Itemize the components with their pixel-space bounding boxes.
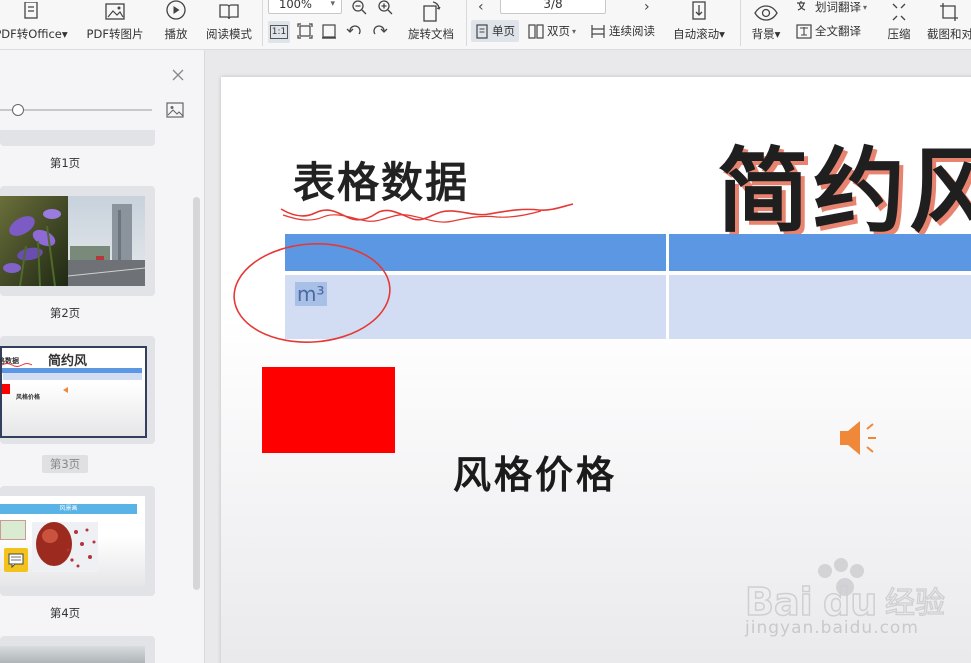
translate-icon	[797, 0, 806, 11]
screenshot-icon	[939, 0, 961, 22]
table-cell[interactable]	[669, 275, 971, 339]
fit-page-icon	[297, 23, 313, 39]
pdf-to-office-button[interactable]: PDF转Office▾	[0, 0, 68, 48]
word-translate-button[interactable]: 划词翻译 ▾	[796, 0, 867, 18]
page-thumbnail-1[interactable]	[0, 130, 155, 146]
continuous-read-button[interactable]: 连续阅读	[590, 20, 655, 42]
full-translate-button[interactable]: 全文翻译	[796, 20, 861, 42]
thumb3-annotation	[2, 363, 32, 367]
page-label-2: 第2页	[49, 306, 81, 320]
double-page-icon	[528, 23, 544, 39]
rotate-right-icon	[373, 25, 388, 35]
fit-width-icon	[322, 24, 336, 39]
slide-title: 表格数据	[293, 158, 470, 207]
dropdown-caret-icon: ▾	[719, 27, 725, 41]
chevron-left-icon: ‹	[478, 0, 484, 15]
dropdown-caret-icon: ▾	[61, 27, 68, 41]
auto-scroll-button[interactable]: 自动滚动▾	[668, 0, 730, 48]
slider-handle[interactable]	[12, 104, 24, 116]
watermark-url: jingyan.baidu.com	[745, 618, 919, 638]
toolbar-divider	[466, 0, 467, 46]
read-mode-button[interactable]: 阅读模式	[202, 0, 256, 48]
continuous-icon	[591, 24, 605, 38]
play-button[interactable]: 播放	[160, 0, 192, 48]
sidebar-scrollbar[interactable]	[193, 197, 200, 590]
zoom-in-button[interactable]	[377, 0, 393, 18]
toolbar-divider	[740, 0, 741, 46]
red-rectangle-shape	[262, 367, 395, 453]
actual-size-button[interactable]: 1:1	[268, 21, 290, 43]
table-cell[interactable]	[285, 275, 666, 339]
play-icon	[165, 0, 187, 22]
screenshot-compare-button[interactable]: 截图和对	[922, 0, 971, 48]
page-thumbnail-2[interactable]	[0, 186, 155, 296]
baidu-watermark-logo: Bai du 经验	[745, 558, 946, 625]
rotate-left-button[interactable]	[346, 20, 364, 42]
toolbar: PDF转Office▾ PDF转图片 播放 阅读模式 100% ▾ 1:1 旋转…	[0, 0, 971, 50]
auto-scroll-icon	[688, 0, 710, 22]
compress-icon	[889, 0, 909, 22]
fit-page-button[interactable]	[297, 20, 313, 42]
dropdown-caret-icon: ▾	[863, 2, 868, 12]
page-thumbnail-5[interactable]	[0, 636, 155, 663]
double-page-button[interactable]: 双页 ▾	[528, 20, 576, 42]
page-thumbnail-4[interactable]: 风景画	[0, 486, 155, 596]
thumb3-red-block	[2, 384, 10, 394]
rotate-doc-button[interactable]: 旋转文档	[402, 0, 460, 48]
zoom-out-icon	[352, 0, 367, 15]
thumb3-table-row	[2, 373, 142, 380]
pdf-to-office-icon	[20, 0, 42, 22]
page-number-input[interactable]: 3/8	[500, 0, 606, 14]
page-label-1: 第1页	[49, 156, 81, 170]
rotate-right-button[interactable]	[370, 20, 388, 42]
slide-subtitle: 风格价格	[453, 453, 618, 497]
page-label-3: 第3页	[42, 455, 88, 473]
thumb4-banner: 风景画	[0, 504, 137, 514]
table-header-cell	[285, 234, 666, 271]
zoom-out-button[interactable]	[351, 0, 367, 18]
svg-text:经验: 经验	[885, 586, 945, 621]
comment-icon	[4, 548, 28, 572]
zoom-in-icon	[378, 0, 393, 15]
table-header-cell	[669, 234, 971, 271]
page-label-4: 第4页	[49, 606, 81, 620]
thumb3-subtitle: 风格价格	[16, 394, 41, 401]
dropdown-caret-icon: ▾	[572, 26, 577, 36]
single-page-button[interactable]: 单页	[471, 20, 519, 42]
thumbnail-image-toggle[interactable]	[166, 102, 184, 118]
flowers-photo	[0, 196, 146, 287]
close-icon	[172, 69, 184, 81]
chevron-down-icon: ▾	[330, 0, 335, 9]
page-thumbnail-3[interactable]: 格数据 简约风 风格价格	[0, 336, 155, 444]
image-icon	[166, 102, 184, 118]
pdf-to-image-button[interactable]: PDF转图片	[82, 0, 148, 48]
thumb4-box	[0, 520, 26, 540]
dropdown-caret-icon: ▾	[774, 27, 781, 41]
zoom-select[interactable]: 100% ▾	[268, 0, 342, 14]
thumb4-berries-photo	[32, 522, 98, 572]
close-sidebar-button[interactable]	[171, 67, 187, 83]
chevron-right-icon: ›	[644, 0, 650, 15]
rotate-left-icon	[346, 25, 361, 35]
eye-icon	[754, 0, 778, 22]
document-viewport: 表格数据 简约风 m³ 风格价格 Bai du 经验 jingyan.baidu…	[205, 50, 971, 663]
selected-cell-text[interactable]: m³	[295, 282, 327, 306]
pdf-to-image-icon	[104, 0, 126, 22]
background-button[interactable]: 背景▾	[746, 0, 786, 48]
fit-width-button[interactable]	[321, 20, 337, 42]
single-page-icon	[476, 23, 488, 39]
full-translate-icon	[796, 23, 812, 39]
thumb3-speaker-icon	[63, 387, 68, 393]
rotate-doc-icon	[420, 0, 442, 22]
slide-big-title: 简约风	[717, 138, 971, 245]
thumbnail-sidebar: 第1页 第2页 格数据 简约风 风格价格 第3页 风景画 第4页	[0, 50, 205, 663]
compress-button[interactable]: 压缩	[882, 0, 916, 48]
prev-page-button[interactable]: ‹	[478, 0, 484, 18]
thumb3-title: 简约风	[48, 354, 88, 369]
speaker-icon[interactable]	[837, 417, 887, 459]
book-icon	[218, 0, 240, 22]
next-page-button[interactable]: ›	[644, 0, 650, 18]
toolbar-divider	[262, 0, 263, 46]
